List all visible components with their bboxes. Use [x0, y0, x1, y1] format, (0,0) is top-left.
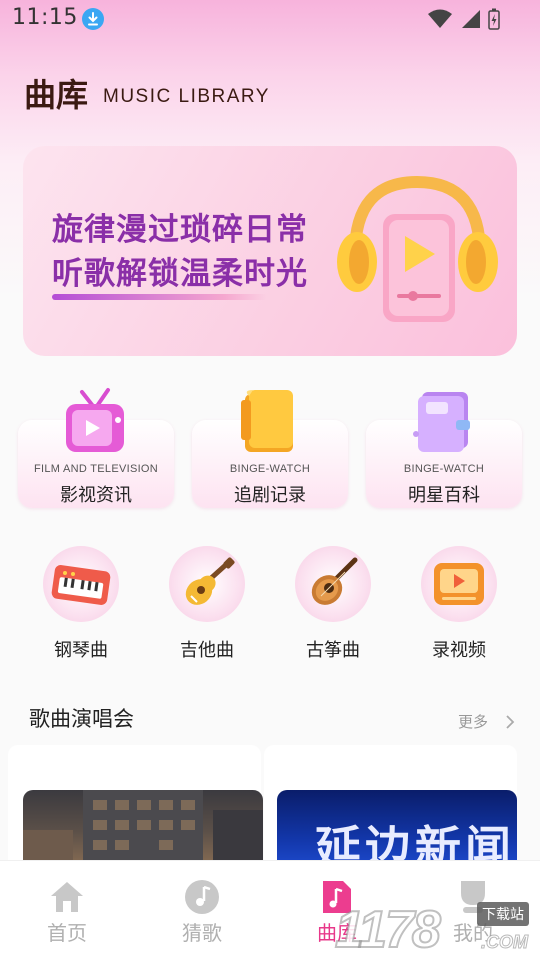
notebook-icon	[413, 392, 470, 452]
video-player-icon	[434, 563, 484, 605]
section-title: 歌曲演唱会	[29, 707, 134, 731]
guitar-label: 吉他曲	[180, 640, 234, 661]
folder-icon	[241, 390, 293, 452]
tv-icon	[66, 388, 124, 452]
piano-icon	[51, 565, 111, 605]
chevron-right-icon[interactable]	[505, 714, 515, 730]
page-subtitle: MUSIC LIBRARY	[103, 86, 270, 107]
guitar-button[interactable]	[169, 546, 245, 622]
piano-button[interactable]	[43, 546, 119, 622]
status-time: 11:15	[12, 5, 78, 30]
banner-line-1: 旋律漫过琐碎日常	[52, 212, 308, 248]
category-en-label: BINGE-WATCH	[229, 463, 311, 475]
promo-banner[interactable]: 旋律漫过琐碎日常 听歌解锁温柔时光	[23, 146, 517, 356]
nav-guess-label: 猜歌	[182, 921, 222, 945]
lute-icon	[311, 557, 358, 605]
category-cn-label: 影视资讯	[60, 485, 132, 506]
record-video-button[interactable]	[421, 546, 497, 622]
nav-home-label: 首页	[47, 921, 87, 945]
record-video-label: 录视频	[432, 640, 486, 661]
piano-label: 钢琴曲	[54, 640, 108, 661]
nav-home[interactable]: 首页	[12, 861, 122, 960]
concert-image-news[interactable]: 延边新闻	[277, 790, 517, 870]
zither-button[interactable]	[295, 546, 371, 622]
building-photo-icon	[23, 790, 263, 870]
status-bar: 11:15	[0, 0, 540, 38]
banner-line-2: 听歌解锁温柔时光	[52, 256, 308, 292]
category-cn-label: 明星百科	[408, 485, 480, 506]
category-en-label: FILM AND TELEVISION	[33, 463, 159, 475]
concert-image-building[interactable]	[23, 790, 263, 870]
guitar-icon	[185, 557, 235, 605]
watermark-domain: .COM	[481, 932, 529, 953]
category-en-label: BINGE-WATCH	[403, 463, 485, 475]
watermark-logo: 1178 下载站 .COM	[334, 898, 540, 960]
signal-icon	[462, 10, 480, 28]
banner-underline	[52, 294, 267, 300]
wifi-icon	[428, 9, 452, 28]
watermark-badge: 下载站	[477, 902, 529, 926]
home-icon	[51, 882, 83, 912]
battery-charging-icon	[488, 8, 500, 30]
download-badge-icon	[82, 8, 104, 30]
watermark-text: 1178	[334, 900, 442, 960]
page-title: 曲库	[24, 76, 89, 114]
zither-label: 古筝曲	[306, 640, 360, 661]
headphones-player-icon	[337, 175, 498, 322]
category-cn-label: 追剧记录	[234, 485, 306, 506]
music-note-icon	[185, 880, 219, 914]
nav-guess[interactable]: 猜歌	[147, 861, 257, 960]
more-link[interactable]: 更多	[458, 711, 488, 732]
